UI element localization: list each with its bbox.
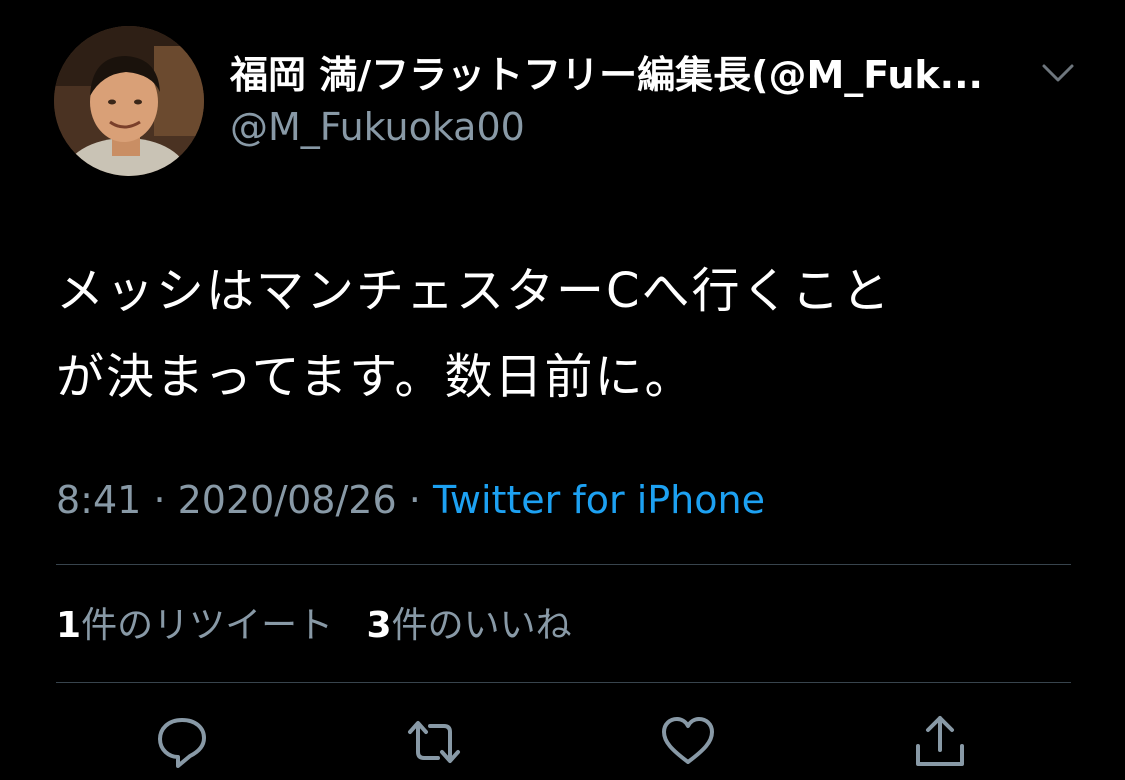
tweet-text: メッシはマンチェスターCへ行くこと が決まってます。数日前に。 bbox=[56, 248, 1076, 420]
divider bbox=[56, 564, 1071, 565]
heart-icon[interactable] bbox=[658, 712, 718, 772]
tweet-meta: 8:41 · 2020/08/26 · Twitter for iPhone bbox=[56, 474, 765, 526]
retweets-stat[interactable]: 1件のリツイート bbox=[56, 602, 333, 650]
separator-dot: · bbox=[153, 478, 166, 522]
tweet-time[interactable]: 8:41 bbox=[56, 478, 141, 522]
separator-dot: · bbox=[408, 478, 421, 522]
share-icon[interactable] bbox=[910, 712, 970, 772]
likes-label: 件のいいね bbox=[391, 605, 572, 646]
likes-count: 3 bbox=[366, 605, 392, 646]
chevron-down-icon[interactable] bbox=[1036, 56, 1080, 90]
avatar-photo bbox=[54, 26, 204, 176]
tweet-date[interactable]: 2020/08/26 bbox=[178, 478, 397, 522]
user-handle[interactable]: @M_Fukuoka00 bbox=[230, 104, 525, 150]
retweets-label: 件のリツイート bbox=[81, 605, 334, 646]
tweet-source-link[interactable]: Twitter for iPhone bbox=[433, 478, 765, 522]
engagement-stats: 1件のリツイート 3件のいいね bbox=[56, 602, 594, 650]
likes-stat[interactable]: 3件のいいね bbox=[367, 602, 572, 650]
tweet-text-line: が決まってます。数日前に。 bbox=[56, 349, 695, 405]
retweet-icon[interactable] bbox=[404, 712, 464, 772]
display-name[interactable]: 福岡 満/フラットフリー編集長(@M_Fuk... bbox=[230, 52, 1020, 98]
divider bbox=[56, 682, 1071, 683]
tweet-text-line: メッシはマンチェスターCへ行くこと bbox=[56, 263, 892, 319]
retweets-count: 1 bbox=[56, 605, 82, 646]
avatar[interactable] bbox=[54, 26, 204, 176]
reply-icon[interactable] bbox=[152, 712, 212, 772]
